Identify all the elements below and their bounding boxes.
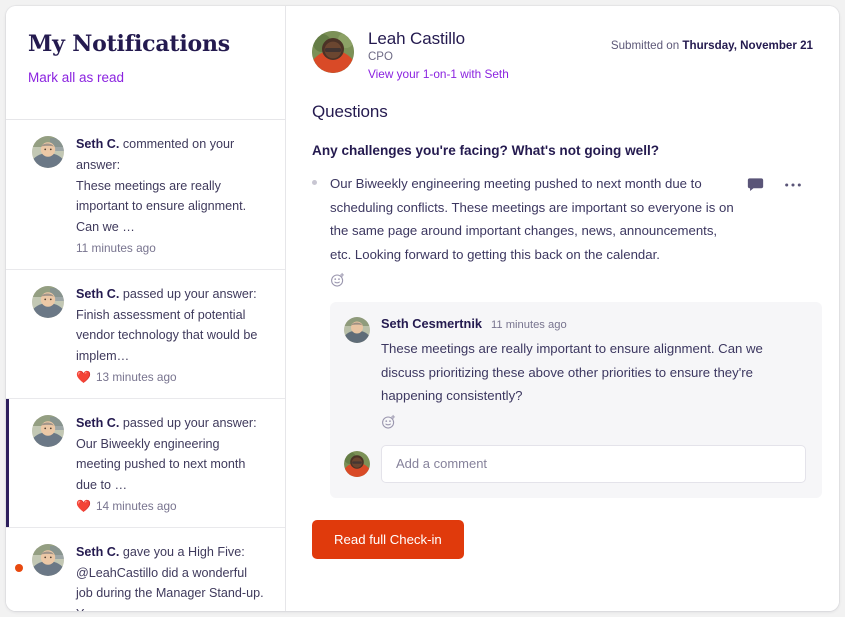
person-name: Leah Castillo [368, 29, 465, 48]
person-role: CPO [368, 51, 393, 64]
notification-preview: Finish assessment of potential vendor te… [76, 307, 258, 364]
notification-text: Seth C. passed up your answer: Finish ass… [76, 284, 267, 367]
notification-status-col [6, 134, 32, 156]
notification-actor: Seth C. [76, 544, 120, 559]
person-meta: Leah Castillo CPO View your 1-on-1 with … [354, 28, 611, 83]
notification-actor: Seth C. [76, 286, 120, 301]
comment-body: Seth Cesmertnik 11 minutes ago These mee… [370, 316, 806, 430]
notification-action: passed up your answer: [119, 286, 257, 301]
notification-status-col [6, 413, 32, 435]
heart-reaction-icon: ❤️ [76, 369, 91, 384]
add-reaction-icon[interactable] [330, 272, 346, 288]
notification-preview: @LeahCastillo did a wonderful job during… [76, 565, 264, 611]
notification-body: Seth C. gave you a High Five: @LeahCastil… [64, 542, 271, 611]
submitted-info: Submitted on Thursday, November 21 [611, 28, 813, 52]
mark-all-as-read-link[interactable]: Mark all as read [28, 70, 124, 85]
avatar [32, 543, 64, 576]
notification-item[interactable]: Seth C. commented on your answer: These m… [6, 120, 285, 270]
add-comment-input[interactable] [381, 444, 806, 483]
add-comment-row [344, 444, 806, 483]
notifications-page: My Notifications Mark all as read Seth C… [0, 0, 845, 617]
comment-item: Seth Cesmertnik 11 minutes ago These mee… [344, 316, 806, 430]
notification-action: passed up your answer: [119, 415, 257, 430]
sidebar-header: My Notifications Mark all as read [6, 6, 285, 120]
checkin-detail-panel: Leah Castillo CPO View your 1-on-1 with … [286, 6, 839, 611]
notification-item[interactable]: Seth C. passed up your answer: Our Biweek… [6, 398, 285, 528]
notification-body: Seth C. passed up your answer: Our Biweek… [64, 413, 271, 513]
detail-header: Leah Castillo CPO View your 1-on-1 with … [312, 28, 813, 83]
notification-actor: Seth C. [76, 137, 120, 151]
read-full-checkin-button[interactable]: Read full Check-in [312, 519, 464, 559]
question-text: Any challenges you're facing? What's not… [312, 143, 660, 159]
answer-actions [739, 172, 813, 193]
notification-meta: 11 minutes ago [76, 241, 267, 255]
notification-action: gave you a High Five: [119, 544, 245, 559]
notification-body: Seth C. passed up your answer: Finish ass… [64, 284, 271, 384]
more-options-icon[interactable] [784, 182, 802, 188]
notification-timestamp: 11 minutes ago [76, 240, 156, 255]
notification-text: Seth C. commented on your answer: These m… [76, 134, 267, 238]
notification-meta: ❤️ 13 minutes ago [76, 370, 267, 384]
comment-author: Seth Cesmertnik [381, 316, 482, 332]
notification-list[interactable]: Seth C. commented on your answer: These m… [6, 120, 285, 611]
notification-timestamp: 14 minutes ago [95, 498, 177, 513]
main-card: My Notifications Mark all as read Seth C… [6, 6, 839, 611]
comment-header: Seth Cesmertnik 11 minutes ago [381, 316, 806, 331]
notifications-sidebar: My Notifications Mark all as read Seth C… [6, 6, 286, 611]
notification-text: Seth C. gave you a High Five: @LeahCastil… [76, 542, 267, 611]
submitted-prefix: Submitted on [610, 39, 683, 52]
submitted-date: Thursday, November 21 [682, 39, 813, 52]
questions-heading: Questions [312, 102, 388, 122]
page-title: My Notifications [28, 31, 230, 57]
comment-timestamp: 11 minutes ago [491, 319, 567, 332]
heart-reaction-icon: ❤️ [76, 498, 91, 513]
comment-text: These meetings are really important to e… [381, 341, 763, 404]
avatar-leah-castillo [312, 31, 354, 73]
notification-text: Seth C. passed up your answer: Our Biweek… [76, 413, 267, 496]
unread-dot [15, 563, 23, 572]
notification-timestamp: 13 minutes ago [95, 369, 177, 384]
notification-status-col [6, 284, 32, 306]
notification-actor: Seth C. [76, 415, 120, 430]
notification-body: Seth C. commented on your answer: These m… [64, 134, 271, 255]
answer-row: Our Biweekly engineering meeting pushed … [312, 172, 813, 288]
avatar-seth-cesmertnik [344, 317, 370, 344]
comment-bubble-icon[interactable] [747, 177, 764, 193]
comment-add-reaction-icon[interactable] [381, 414, 397, 430]
avatar [32, 136, 64, 168]
answer-block: Our Biweekly engineering meeting pushed … [330, 172, 739, 288]
avatar [32, 285, 64, 318]
notification-meta: ❤️ 14 minutes ago [76, 499, 267, 513]
notification-item[interactable]: Seth C. passed up your answer: Finish ass… [6, 269, 285, 399]
bullet-icon [312, 172, 330, 186]
answer-text: Our Biweekly engineering meeting pushed … [330, 176, 734, 262]
notification-preview: Our Biweekly engineering meeting pushed … [76, 436, 246, 493]
avatar-current-user [344, 450, 370, 477]
avatar [32, 414, 64, 447]
view-one-on-one-link[interactable]: View your 1-on-1 with Seth [368, 67, 509, 81]
notification-item[interactable]: Seth C. gave you a High Five: @LeahCastil… [6, 527, 285, 611]
comment-thread: Seth Cesmertnik 11 minutes ago These mee… [330, 302, 822, 498]
notification-preview: These meetings are really important to e… [76, 178, 247, 235]
notification-status-col [6, 542, 32, 572]
